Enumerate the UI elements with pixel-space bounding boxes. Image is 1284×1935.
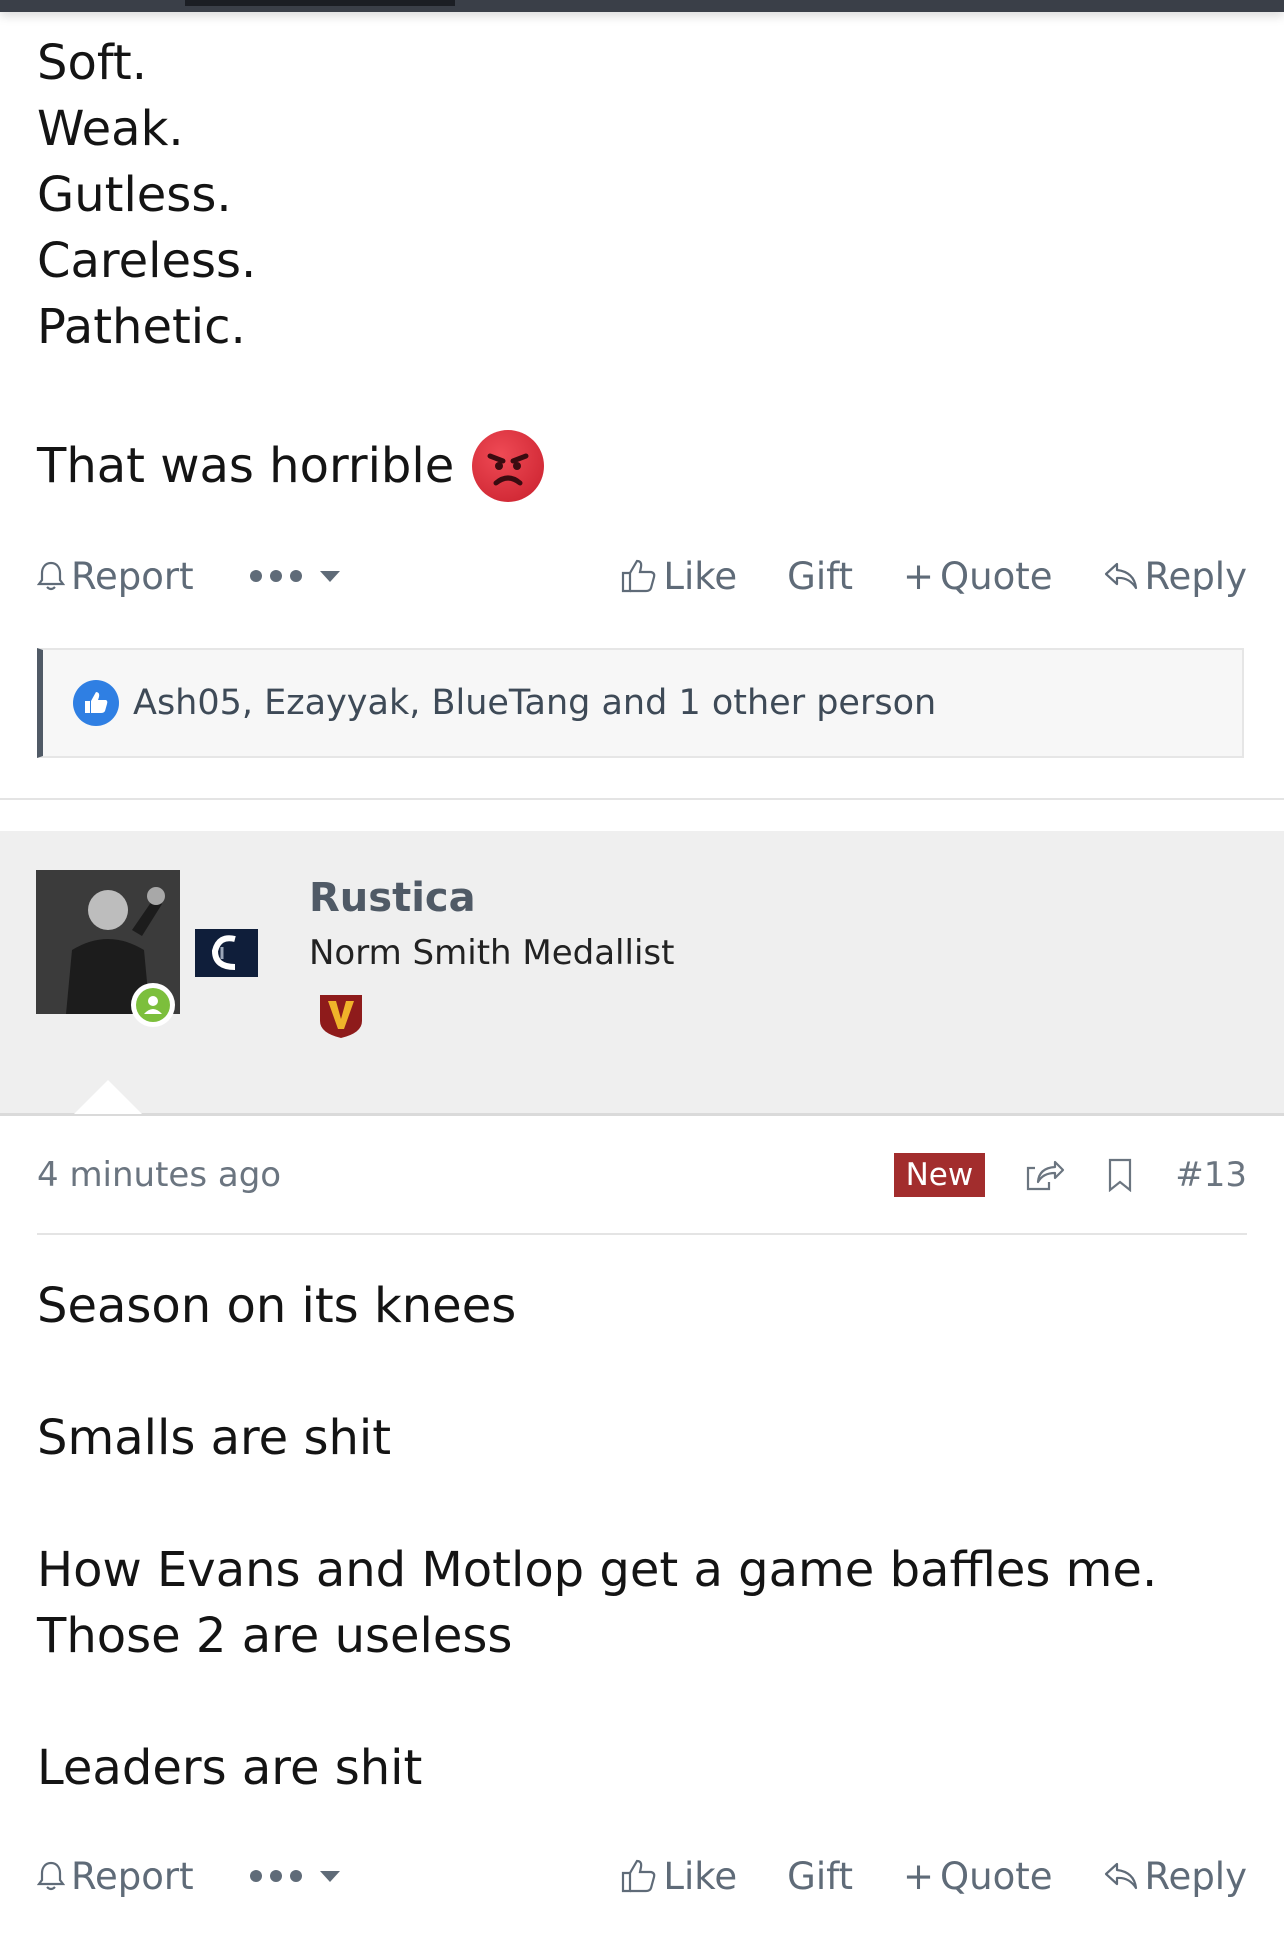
v-badge-icon — [318, 991, 364, 1039]
post-user-info: Rustica Norm Smith Medallist — [0, 831, 1284, 1116]
reply-arrow-icon — [1104, 1862, 1137, 1890]
report-label: Report — [71, 1854, 194, 1898]
username-link[interactable]: Rustica — [309, 875, 476, 921]
user-status-icon — [136, 988, 170, 1022]
like-button[interactable]: Like — [619, 555, 737, 598]
angry-face-emoji-icon — [472, 430, 545, 502]
post-paragraph: Smalls are shit — [37, 1410, 392, 1466]
more-dot-icon — [249, 1870, 262, 1882]
post-paragraph: Leaders are shit — [37, 1740, 423, 1796]
gift-button[interactable]: Gift — [787, 555, 853, 598]
post-line: Careless. — [37, 233, 257, 289]
like-label: Like — [663, 1854, 738, 1898]
report-label: Report — [71, 554, 194, 598]
more-dot-icon — [249, 570, 262, 582]
new-badge: New — [893, 1153, 986, 1197]
closing-text: That was horrible — [37, 438, 455, 494]
reactions-text: Ash05, Ezayyak, BlueTang and 1 other per… — [133, 683, 937, 723]
gift-label: Gift — [787, 554, 854, 598]
club-logo-icon — [195, 929, 258, 977]
quote-label: Quote — [940, 554, 1053, 598]
reply-button[interactable]: Reply — [1103, 555, 1247, 598]
chevron-down-icon — [319, 1870, 340, 1882]
report-button[interactable]: Report — [37, 555, 194, 598]
thumbs-up-icon — [622, 559, 656, 593]
reply-button[interactable]: Reply — [1103, 1855, 1247, 1898]
post-actions-2: Report Like Gift + Quote Reply — [37, 1848, 1247, 1904]
chevron-down-icon — [319, 570, 340, 582]
post-line: Soft. — [37, 35, 147, 91]
post-line: Gutless. — [37, 167, 232, 223]
bell-icon — [37, 1861, 65, 1891]
meta-divider — [37, 1233, 1247, 1235]
thumbs-up-icon — [622, 1859, 656, 1893]
post-meta: 4 minutes ago New #13 — [37, 1150, 1247, 1200]
post-paragraph: Season on its knees — [37, 1278, 517, 1334]
post-body-2: Season on its knees Smalls are shit How … — [37, 1273, 1247, 1801]
gift-label: Gift — [787, 1854, 854, 1898]
plus-icon: + — [903, 1854, 935, 1898]
post-actions-1: Report Like Gift + Quote Reply — [37, 548, 1247, 604]
share-icon — [1027, 1160, 1065, 1191]
quote-label: Quote — [940, 1854, 1053, 1898]
post-number-link[interactable]: #13 — [1175, 1155, 1247, 1195]
like-label: Like — [663, 554, 738, 598]
plus-icon: + — [903, 554, 935, 598]
top-nav-bar — [0, 0, 1284, 12]
more-options-menu[interactable] — [249, 570, 340, 582]
post-timestamp[interactable]: 4 minutes ago — [37, 1155, 281, 1195]
bell-icon — [37, 561, 65, 591]
report-button[interactable]: Report — [37, 1855, 194, 1898]
online-status-indicator — [131, 983, 175, 1027]
share-button[interactable] — [1025, 1158, 1065, 1192]
quote-button[interactable]: + Quote — [903, 555, 1053, 598]
more-options-menu[interactable] — [249, 1870, 340, 1882]
reactions-summary[interactable]: Ash05, Ezayyak, BlueTang and 1 other per… — [37, 648, 1244, 758]
post-line: Pathetic. — [37, 299, 246, 355]
post-line: Weak. — [37, 101, 184, 157]
post-divider — [0, 798, 1284, 800]
like-button[interactable]: Like — [619, 1855, 737, 1898]
post-pointer-arrow — [74, 1080, 142, 1114]
reply-arrow-icon — [1104, 562, 1137, 590]
post-closing-line: That was horrible — [37, 426, 1237, 506]
post-paragraph: How Evans and Motlop get a game baffles … — [37, 1542, 1158, 1598]
header-logo-remnant — [185, 0, 455, 6]
like-reaction-icon — [73, 680, 119, 726]
bookmark-button[interactable] — [1107, 1158, 1133, 1192]
post-body-1: Soft. Weak. Gutless. Careless. Pathetic.… — [37, 30, 1237, 506]
post-paragraph: Those 2 are useless — [37, 1608, 513, 1664]
bookmark-icon — [1109, 1158, 1132, 1192]
gift-button[interactable]: Gift — [787, 1855, 853, 1898]
quote-button[interactable]: + Quote — [903, 1855, 1053, 1898]
reply-label: Reply — [1144, 1854, 1247, 1898]
reply-label: Reply — [1144, 554, 1247, 598]
user-title: Norm Smith Medallist — [309, 933, 675, 973]
